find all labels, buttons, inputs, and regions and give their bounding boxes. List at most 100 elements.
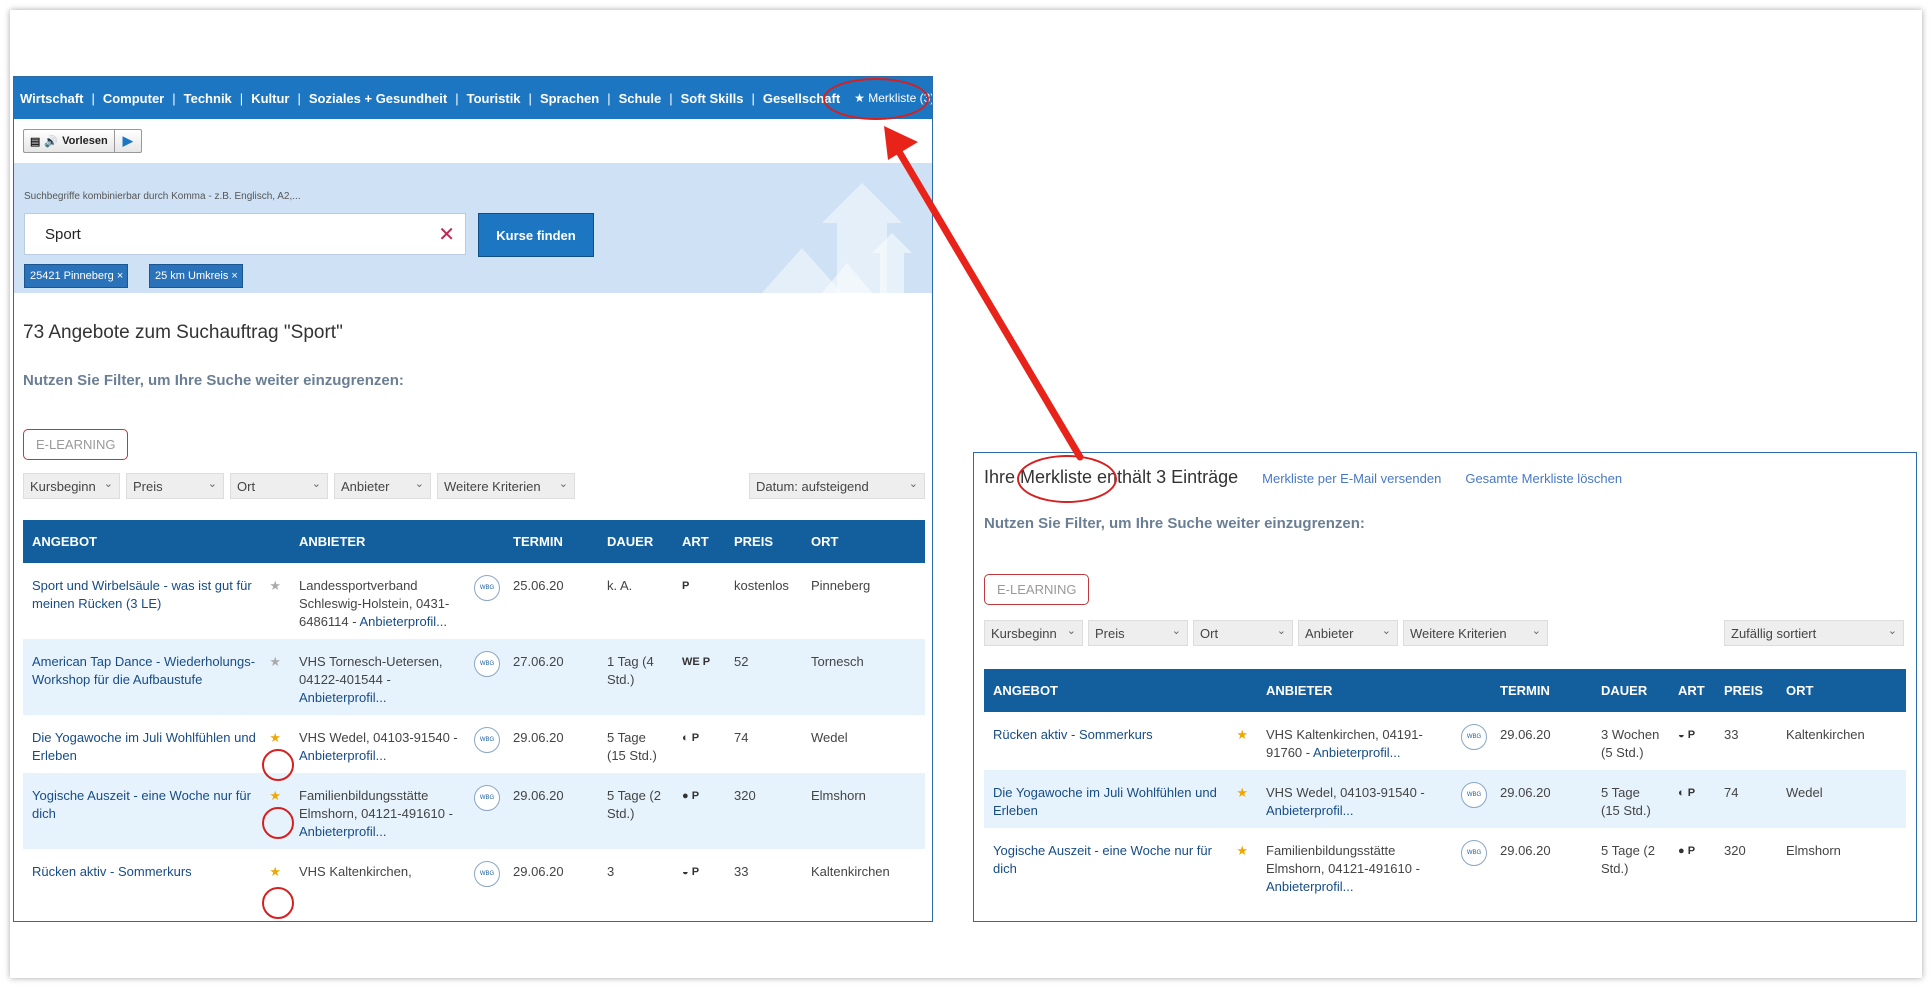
table-row[interactable]: ★ American Tap Dance - Wiederholungs-Work… xyxy=(23,639,925,715)
provider-profile-link[interactable]: Anbieterprofil... xyxy=(299,824,386,839)
provider-cell: Landessportverband Schleswig-Holstein, 0… xyxy=(290,563,504,639)
chevron-down-icon: ⌄ xyxy=(1066,625,1076,637)
merkliste-table: Angebot Anbieter Termin Dauer Art Preis Ort ★ R… xyxy=(984,669,1906,904)
nav-item-soft-skills[interactable]: Soft Skills xyxy=(681,91,744,106)
type-cell: ● P xyxy=(1678,845,1696,857)
type-cell: ◐ P xyxy=(1669,770,1715,828)
read-aloud-button[interactable]: ▤ 🔊 Vorlesen ▶ xyxy=(23,129,142,153)
nav-item-touristik[interactable]: Touristik xyxy=(467,91,521,106)
merkliste-page: Ihre Merkliste enthält 3 Einträge Merkli… xyxy=(973,452,1917,922)
price-cell: 33 xyxy=(1724,727,1739,742)
chevron-down-icon: ⌄ xyxy=(908,478,918,490)
offer-link[interactable]: American Tap Dance - Wiederholungs-Works… xyxy=(32,654,255,687)
filter-weitere-kriterien[interactable]: Weitere Kriterien ⌄ xyxy=(1403,620,1548,646)
type-cell: WE P xyxy=(673,639,725,715)
column-header-termin: Termin xyxy=(504,520,598,563)
column-header-ort: Ort xyxy=(1777,669,1906,712)
filter-preis[interactable]: Preis ⌄ xyxy=(126,473,224,499)
offer-link[interactable]: Rücken aktiv - Sommerkurs xyxy=(993,727,1153,742)
provider-cell: VHS Wedel, 04103-91540 - Anbieterprofil.… xyxy=(290,715,504,773)
duration-cell: 1 Tag (4 Std.) xyxy=(598,639,673,715)
offer-link[interactable]: Rücken aktiv - Sommerkurs xyxy=(32,864,192,879)
play-icon[interactable]: ▶ xyxy=(123,133,133,149)
provider-profile-link[interactable]: Anbieterprofil... xyxy=(1266,803,1353,818)
filter-anbieter[interactable]: Anbieter ⌄ xyxy=(1298,620,1398,646)
star-icon[interactable]: ★ xyxy=(269,577,281,595)
location-tag[interactable]: 25421 Pinneberg × xyxy=(24,264,129,288)
filter-kursbeginn-label: Kursbeginn xyxy=(30,479,96,494)
radius-tag[interactable]: 25 km Umkreis × xyxy=(149,264,243,288)
nav-item-technik[interactable]: Technik xyxy=(184,91,232,106)
provider-profile-link[interactable]: Anbieterprofil... xyxy=(1313,745,1400,760)
star-icon[interactable]: ★ xyxy=(269,787,281,805)
filter-ort[interactable]: Ort ⌄ xyxy=(1193,620,1293,646)
search-button[interactable]: Kurse finden xyxy=(478,213,594,257)
offer-link[interactable]: Die Yogawoche im Juli Wohlfühlen und Erl… xyxy=(32,730,256,763)
table-row[interactable]: ★ Yogische Auszeit - eine Woche nur für d… xyxy=(984,828,1906,904)
delete-merkliste-link[interactable]: Gesamte Merkliste löschen xyxy=(1465,471,1622,486)
nav-item-wirtschaft[interactable]: Wirtschaft xyxy=(20,91,83,106)
filter-ort[interactable]: Ort ⌄ xyxy=(230,473,328,499)
offer-link[interactable]: Yogische Auszeit - eine Woche nur für di… xyxy=(993,843,1212,876)
table-row[interactable]: ★ Rücken aktiv - Sommerkurs VHS Kaltenkirc… xyxy=(984,712,1906,770)
offer-link[interactable]: Yogische Auszeit - eine Woche nur für di… xyxy=(32,788,251,821)
duration-cell: 3 Wochen (5 Std.) xyxy=(1601,727,1660,760)
filter-kursbeginn[interactable]: Kursbeginn ⌄ xyxy=(23,473,120,499)
provider-profile-link[interactable]: Anbieterprofil... xyxy=(1266,879,1353,894)
place-cell: Wedel xyxy=(1777,770,1906,828)
email-merkliste-link[interactable]: Merkliste per E-Mail versenden xyxy=(1262,471,1441,486)
price-cell: 320 xyxy=(1724,843,1746,858)
provider-profile-link[interactable]: Anbieterprofil... xyxy=(360,614,447,629)
wbg-seal-icon: WBG xyxy=(1461,840,1487,866)
star-icon[interactable]: ★ xyxy=(269,653,281,671)
search-area: Suchbegriffe kombinierbar durch Komma - … xyxy=(14,163,932,293)
star-icon[interactable]: ★ xyxy=(269,863,281,881)
date-cell: 27.06.20 xyxy=(504,639,598,715)
table-row[interactable]: ★ Sport und Wirbelsäule - was ist gut für… xyxy=(23,563,925,639)
filter-kursbeginn[interactable]: Kursbeginn ⌄ xyxy=(984,620,1083,646)
elearning-filter-button[interactable]: E-LEARNING xyxy=(984,574,1090,605)
nav-item-sprachen[interactable]: Sprachen xyxy=(540,91,599,106)
nav-item-kultur[interactable]: Kultur xyxy=(251,91,289,106)
search-input[interactable]: Sport ✕ xyxy=(24,213,466,255)
filter-anbieter[interactable]: Anbieter ⌄ xyxy=(334,473,431,499)
sort-select[interactable]: Zufällig sortiert ⌄ xyxy=(1724,620,1904,646)
table-row[interactable]: ★ Yogische Auszeit - eine Woche nur für d… xyxy=(23,773,925,849)
star-icon[interactable]: ★ xyxy=(1236,784,1248,802)
clear-icon[interactable]: ✕ xyxy=(438,222,455,247)
filter-weitere-label: Weitere Kriterien xyxy=(1410,626,1507,641)
star-icon[interactable]: ★ xyxy=(1236,726,1248,744)
star-icon[interactable]: ★ xyxy=(1236,842,1248,860)
provider-name: VHS Kaltenkirchen, xyxy=(299,864,412,879)
price-cell: 33 xyxy=(734,864,749,879)
provider-profile-link[interactable]: Anbieterprofil... xyxy=(299,690,386,705)
chevron-down-icon: ⌄ xyxy=(103,478,113,490)
wbg-seal-icon: WBG xyxy=(474,861,500,887)
filter-preis[interactable]: Preis ⌄ xyxy=(1088,620,1188,646)
nav-item-soziales[interactable]: Soziales + Gesundheit xyxy=(309,91,447,106)
price-cell: 74 xyxy=(1715,770,1777,828)
table-row[interactable]: ★ Die Yogawoche im Juli Wohlfühlen und Er… xyxy=(23,715,925,773)
chevron-down-icon: ⌄ xyxy=(558,478,568,490)
wbg-seal-icon: WBG xyxy=(474,651,500,677)
offer-link[interactable]: Die Yogawoche im Juli Wohlfühlen und Erl… xyxy=(993,785,1217,818)
annotation-circle-merkliste xyxy=(823,78,929,120)
offer-link[interactable]: Sport und Wirbelsäule - was ist gut für … xyxy=(32,578,252,611)
date-cell: 29.06.20 xyxy=(513,864,564,879)
filter-weitere-kriterien[interactable]: Weitere Kriterien ⌄ xyxy=(437,473,575,499)
nav-item-schule[interactable]: Schule xyxy=(619,91,662,106)
annotation-circle-star xyxy=(262,749,294,781)
nav-item-computer[interactable]: Computer xyxy=(103,91,164,106)
table-row[interactable]: ★ Rücken aktiv - Sommerkurs VHS Kaltenkirc… xyxy=(23,849,925,889)
sort-select[interactable]: Datum: aufsteigend ⌄ xyxy=(749,473,925,499)
filter-kursbeginn-label: Kursbeginn xyxy=(991,626,1057,641)
provider-profile-link[interactable]: Anbieterprofil... xyxy=(299,748,386,763)
duration-cell: k. A. xyxy=(607,578,633,593)
sort-label: Zufällig sortiert xyxy=(1731,626,1817,641)
star-icon[interactable]: ★ xyxy=(269,729,281,747)
elearning-filter-button[interactable]: E-LEARNING xyxy=(23,429,129,460)
filter-ort-label: Ort xyxy=(1200,626,1219,641)
table-row[interactable]: ★ Die Yogawoche im Juli Wohlfühlen und Er… xyxy=(984,770,1906,828)
annotation-circle-star xyxy=(262,887,294,919)
type-cell: ◒ P xyxy=(1678,729,1696,741)
